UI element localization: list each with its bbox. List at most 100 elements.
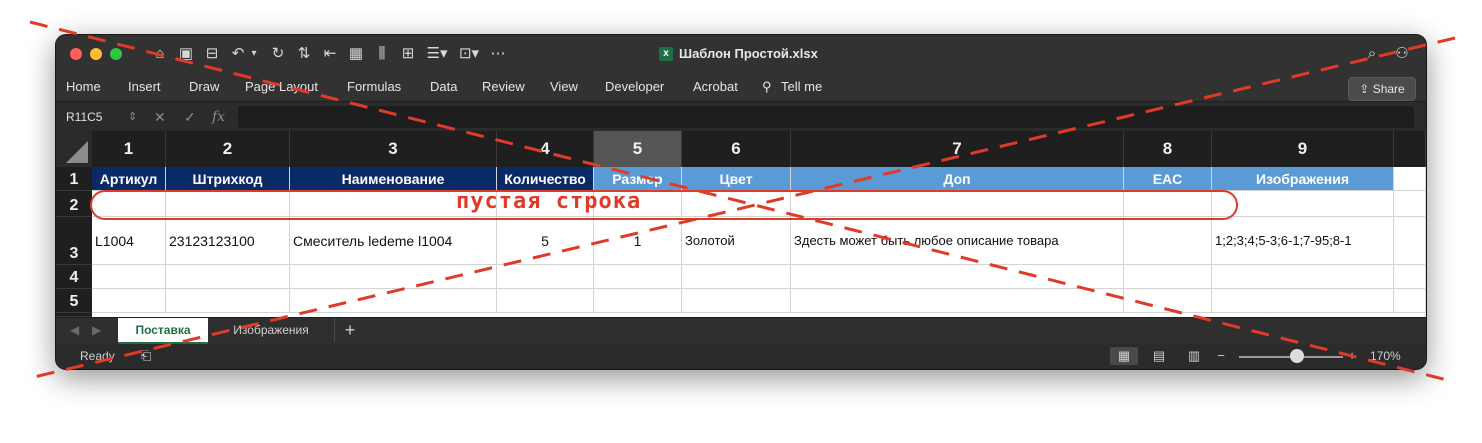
confirm-icon[interactable]: ✓: [184, 107, 196, 127]
normal-view-icon[interactable]: ▦: [1110, 347, 1138, 365]
grid-cell[interactable]: [594, 265, 682, 289]
tab-view[interactable]: View: [550, 77, 578, 97]
grid-cell[interactable]: [166, 265, 290, 289]
grid-cell[interactable]: [92, 265, 166, 289]
grid-cell[interactable]: [290, 265, 497, 289]
zoom-window-button[interactable]: [110, 48, 122, 60]
formula-input[interactable]: [238, 106, 1414, 128]
tab-formulas[interactable]: Formulas: [347, 77, 401, 97]
row-header[interactable]: 5: [56, 289, 92, 313]
zoom-slider-thumb[interactable]: [1290, 349, 1304, 363]
page-break-view-icon[interactable]: ▥: [1180, 347, 1208, 365]
tab-developer[interactable]: Developer: [605, 77, 664, 97]
sheet-tab[interactable]: Изображения: [216, 318, 326, 342]
grid-cell[interactable]: [166, 289, 290, 313]
tab-insert[interactable]: Insert: [128, 77, 161, 97]
sheet-tab-active[interactable]: Поставка: [118, 318, 208, 344]
header-cell[interactable]: Количество: [497, 167, 594, 191]
data-cell[interactable]: Золотой: [682, 217, 791, 265]
home-icon[interactable]: ⌂: [150, 45, 170, 63]
row-header[interactable]: 2: [56, 191, 92, 217]
minimize-window-button[interactable]: [90, 48, 102, 60]
account-icon[interactable]: ⚇: [1392, 45, 1412, 63]
data-cell[interactable]: Здесть может быть любое описание товара: [791, 217, 1124, 265]
prev-sheet-icon[interactable]: ◀: [70, 323, 79, 337]
more-icon[interactable]: ⋯: [488, 45, 508, 63]
header-cell[interactable]: Штрихкод: [166, 167, 290, 191]
insert-icon[interactable]: ⊞: [398, 45, 418, 63]
data-cell[interactable]: Смеситель ledeme l1004: [290, 217, 497, 265]
data-cell[interactable]: 1;2;3;4;5-3;6-1;7-95;8-1: [1212, 217, 1394, 265]
cancel-icon[interactable]: ✕: [154, 107, 166, 127]
grid-cell[interactable]: [682, 265, 791, 289]
page-layout-view-icon[interactable]: ▤: [1145, 347, 1173, 365]
name-box[interactable]: R11C5: [60, 107, 126, 127]
grid-cell[interactable]: [1212, 289, 1394, 313]
grid-cell[interactable]: [1124, 289, 1212, 313]
data-cell[interactable]: L1004: [92, 217, 166, 265]
grid-cell[interactable]: [791, 289, 1124, 313]
column-header[interactable]: 8: [1124, 131, 1212, 167]
grid-cell[interactable]: [1394, 167, 1426, 191]
grid-cell[interactable]: [1212, 191, 1394, 217]
column-header[interactable]: 3: [290, 131, 497, 167]
row-header[interactable]: 4: [56, 265, 92, 289]
header-cell[interactable]: Наименование: [290, 167, 497, 191]
column-header[interactable]: 4: [497, 131, 594, 167]
undo-icon[interactable]: ↶: [228, 45, 248, 63]
tab-acrobat[interactable]: Acrobat: [693, 77, 738, 97]
column-header[interactable]: 9: [1212, 131, 1394, 167]
header-cell[interactable]: Артикул: [92, 167, 166, 191]
grid-cell[interactable]: [1394, 217, 1426, 265]
row-header[interactable]: 3: [56, 217, 92, 265]
close-window-button[interactable]: [70, 48, 82, 60]
header-cell[interactable]: Изображения: [1212, 167, 1394, 191]
chevron-down-icon[interactable]: ▾: [248, 45, 260, 63]
column-header[interactable]: 7: [791, 131, 1124, 167]
grid-cell[interactable]: [791, 265, 1124, 289]
column-header[interactable]: 1: [92, 131, 166, 167]
format-icon[interactable]: ☰▾: [424, 45, 450, 63]
name-box-stepper-icon[interactable]: ⇕: [128, 107, 137, 127]
column-header[interactable]: 2: [166, 131, 290, 167]
header-cell[interactable]: Цвет: [682, 167, 791, 191]
grid-cell[interactable]: [92, 289, 166, 313]
tab-home[interactable]: Home: [66, 77, 101, 97]
next-sheet-icon[interactable]: ▶: [92, 323, 101, 337]
sort-icon[interactable]: ⊡▾: [456, 45, 482, 63]
data-cell[interactable]: 5: [497, 217, 594, 265]
grid-cell[interactable]: [1124, 265, 1212, 289]
column-header[interactable]: 6: [682, 131, 791, 167]
search-icon[interactable]: ⌕: [1362, 45, 1382, 63]
data-cell[interactable]: 1: [594, 217, 682, 265]
grid-cell[interactable]: [682, 289, 791, 313]
header-cell[interactable]: Размер: [594, 167, 682, 191]
grid-cell[interactable]: [594, 289, 682, 313]
grid-cell[interactable]: [1394, 191, 1426, 217]
grid-cell[interactable]: [290, 289, 497, 313]
grid-cell[interactable]: [1394, 289, 1426, 313]
grid-cell[interactable]: [1394, 265, 1426, 289]
grid-cell[interactable]: [497, 289, 594, 313]
zoom-level[interactable]: 170%: [1370, 348, 1401, 365]
accessibility-icon[interactable]: ⎗: [132, 347, 160, 365]
indent-icon[interactable]: ⇤: [320, 45, 340, 63]
tell-me-search[interactable]: Tell me: [781, 77, 822, 97]
header-cell[interactable]: EAC: [1124, 167, 1212, 191]
data-cell[interactable]: [1124, 217, 1212, 265]
grid-cell[interactable]: [497, 265, 594, 289]
align-icon[interactable]: ⫼: [372, 45, 392, 63]
save-as-icon[interactable]: ⊟: [202, 45, 222, 63]
zoom-in-button[interactable]: +: [1344, 347, 1360, 365]
data-cell[interactable]: 23123123100: [166, 217, 290, 265]
add-sheet-button[interactable]: +: [334, 318, 365, 342]
insert-function-button[interactable]: fx: [212, 107, 225, 127]
tab-draw[interactable]: Draw: [189, 77, 219, 97]
tab-data[interactable]: Data: [430, 77, 457, 97]
header-cell[interactable]: Доп: [791, 167, 1124, 191]
redo-icon[interactable]: ↻: [268, 45, 288, 63]
select-all-button[interactable]: [56, 131, 92, 167]
text-direction-icon[interactable]: ⇅: [294, 45, 314, 63]
tab-review[interactable]: Review: [482, 77, 525, 97]
zoom-out-button[interactable]: −: [1213, 347, 1229, 365]
